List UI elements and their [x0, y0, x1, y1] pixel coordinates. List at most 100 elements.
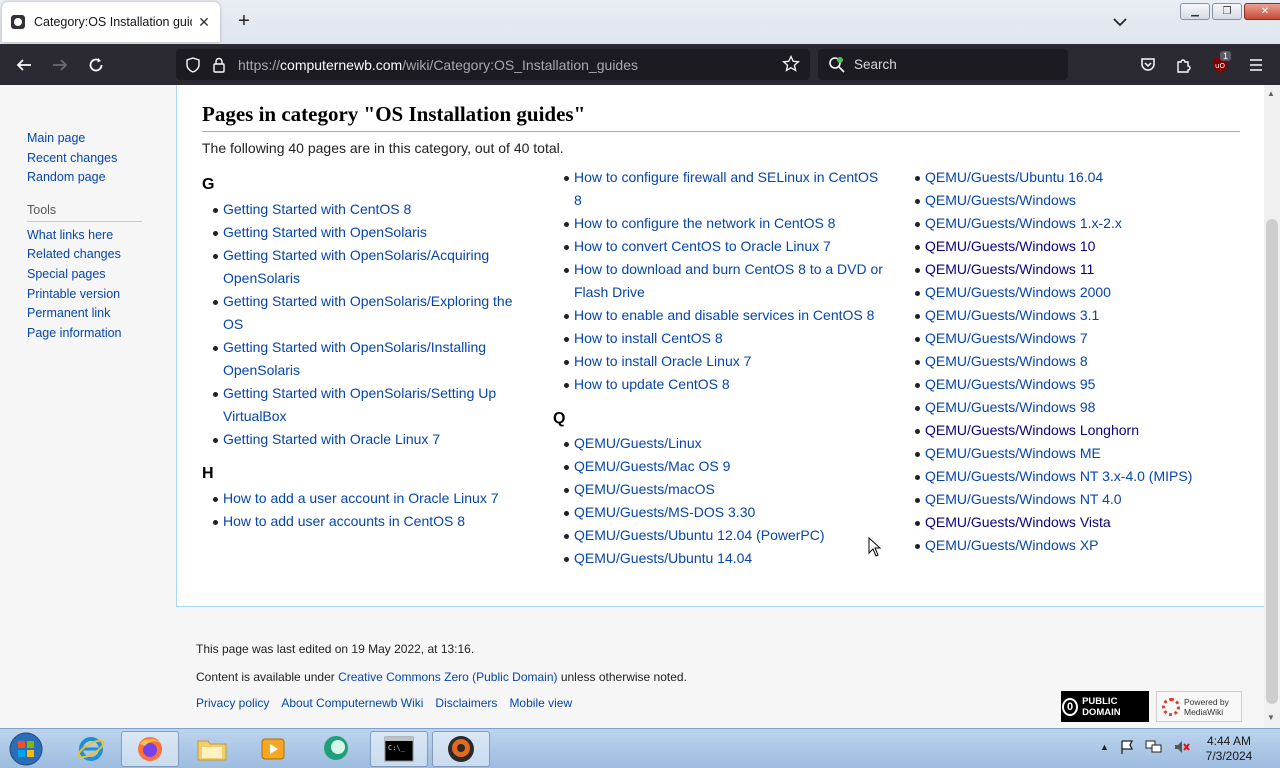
category-link-qemu-guests-ubuntu-14-04[interactable]: QEMU/Guests/Ubuntu 14.04: [574, 550, 752, 566]
category-link-how-to-add-user-accounts-in-centos-8[interactable]: How to add user accounts in CentOS 8: [223, 513, 465, 529]
tab-active[interactable]: Category:OS Installation guides ✕: [2, 2, 220, 42]
category-link-how-to-add-a-user-account-in-oracle-linux-7[interactable]: How to add a user account in Oracle Linu…: [223, 490, 499, 506]
category-link-getting-started-with-opensolaris-acquiring-opensolaris[interactable]: Getting Started with OpenSolaris/Acquiri…: [223, 247, 489, 286]
category-link-qemu-guests-windows-2000[interactable]: QEMU/Guests/Windows 2000: [925, 284, 1111, 300]
category-link-qemu-guests-windows-xp[interactable]: QEMU/Guests/Windows XP: [925, 537, 1099, 553]
category-link-getting-started-with-opensolaris-exploring-the-os[interactable]: Getting Started with OpenSolaris/Explori…: [223, 293, 513, 332]
category-link-qemu-guests-windows-98[interactable]: QEMU/Guests/Windows 98: [925, 399, 1095, 415]
sidebar: Main page Recent changes Random page Too…: [27, 129, 142, 343]
new-tab-button[interactable]: +: [233, 11, 255, 33]
category-link-getting-started-with-centos-8[interactable]: Getting Started with CentOS 8: [223, 201, 411, 217]
category-link-qemu-guests-windows-vista[interactable]: QEMU/Guests/Windows Vista: [925, 514, 1111, 530]
taskbar-media-player[interactable]: [244, 731, 302, 767]
action-center-flag-icon[interactable]: [1119, 739, 1135, 755]
category-link-getting-started-with-oracle-linux-7[interactable]: Getting Started with Oracle Linux 7: [223, 431, 440, 447]
pocket-button[interactable]: [1137, 54, 1159, 76]
sidebar-link-printable-version[interactable]: Printable version: [27, 285, 142, 305]
restore-button[interactable]: ❐: [1212, 3, 1242, 20]
extensions-button[interactable]: [1173, 54, 1195, 76]
category-link-qemu-guests-windows-nt-4-0[interactable]: QEMU/Guests/Windows NT 4.0: [925, 491, 1122, 507]
back-button[interactable]: [13, 54, 35, 76]
category-intro: The following 40 pages are in this categ…: [202, 140, 564, 156]
category-link-qemu-guests-windows-8[interactable]: QEMU/Guests/Windows 8: [925, 353, 1088, 369]
category-link-qemu-guests-ubuntu-12-04-powerpc[interactable]: QEMU/Guests/Ubuntu 12.04 (PowerPC): [574, 527, 825, 543]
forward-button[interactable]: [49, 54, 71, 76]
tracking-shield-icon[interactable]: [184, 56, 202, 74]
taskbar-command-prompt[interactable]: C:\_: [370, 731, 428, 767]
category-link-qemu-guests-mac-os-9[interactable]: QEMU/Guests/Mac OS 9: [574, 458, 730, 474]
taskbar-firefox[interactable]: [121, 731, 179, 767]
category-link-how-to-download-and-burn-centos-8-to-a-dvd-or-flash-drive[interactable]: How to download and burn CentOS 8 to a D…: [574, 261, 883, 300]
vertical-scrollbar[interactable]: ▲ ▼: [1264, 85, 1280, 728]
taskbar-file-explorer[interactable]: [183, 731, 241, 767]
category-link-qemu-guests-windows-longhorn[interactable]: QEMU/Guests/Windows Longhorn: [925, 422, 1139, 438]
sidebar-link-page-information[interactable]: Page information: [27, 324, 142, 344]
tray-overflow-arrow-icon[interactable]: ▲: [1100, 742, 1109, 752]
category-link-how-to-update-centos-8[interactable]: How to update CentOS 8: [574, 376, 730, 392]
sidebar-link-random-page[interactable]: Random page: [27, 168, 142, 188]
category-list: Getting Started with CentOS 8 Getting Sta…: [202, 198, 532, 451]
footer-link-about[interactable]: About Computernewb Wiki: [281, 696, 423, 710]
minimize-button[interactable]: ▁: [1180, 3, 1210, 20]
scroll-down-arrow-icon[interactable]: ▼: [1267, 713, 1275, 722]
footer-link-mobile-view[interactable]: Mobile view: [509, 696, 572, 710]
category-link-qemu-guests-ubuntu-16-04[interactable]: QEMU/Guests/Ubuntu 16.04: [925, 169, 1103, 185]
license-link[interactable]: Creative Commons Zero (Public Domain): [338, 670, 557, 684]
category-link-how-to-configure-firewall-and-selinux-in-centos-8[interactable]: How to configure firewall and SELinux in…: [574, 169, 878, 208]
volume-muted-icon[interactable]: [1173, 739, 1191, 755]
category-link-qemu-guests-windows-95[interactable]: QEMU/Guests/Windows 95: [925, 376, 1095, 392]
category-link-how-to-install-oracle-linux-7[interactable]: How to install Oracle Linux 7: [574, 353, 751, 369]
url-bar[interactable]: https://computernewb.com/wiki/Category:O…: [176, 49, 810, 80]
main-content: Pages in category "OS Installation guide…: [176, 85, 1264, 607]
footer-link-disclaimers[interactable]: Disclaimers: [435, 696, 497, 710]
category-link-qemu-guests-windows-nt-3-x-4-0-mips[interactable]: QEMU/Guests/Windows NT 3.x-4.0 (MIPS): [925, 468, 1192, 484]
category-link-getting-started-with-opensolaris-installing-opensolaris[interactable]: Getting Started with OpenSolaris/Install…: [223, 339, 486, 378]
taskbar-app-orange[interactable]: [432, 731, 490, 767]
category-link-how-to-configure-the-network-in-centos-8[interactable]: How to configure the network in CentOS 8: [574, 215, 835, 231]
category-link-getting-started-with-opensolaris-setting-up-virtualbox[interactable]: Getting Started with OpenSolaris/Setting…: [223, 385, 496, 424]
app-menu-button[interactable]: [1245, 54, 1267, 76]
close-window-button[interactable]: ✕: [1244, 3, 1280, 20]
category-link-how-to-convert-centos-to-oracle-linux-7[interactable]: How to convert CentOS to Oracle Linux 7: [574, 238, 831, 254]
category-link-how-to-install-centos-8[interactable]: How to install CentOS 8: [574, 330, 723, 346]
sidebar-link-what-links-here[interactable]: What links here: [27, 226, 142, 246]
category-link-qemu-guests-windows-me[interactable]: QEMU/Guests/Windows ME: [925, 445, 1101, 461]
category-link-qemu-guests-windows-11[interactable]: QEMU/Guests/Windows 11: [925, 261, 1094, 277]
public-domain-badge[interactable]: 0 PUBLIC DOMAIN: [1061, 691, 1149, 722]
scroll-up-arrow-icon[interactable]: ▲: [1267, 89, 1275, 98]
network-icon[interactable]: [1145, 739, 1163, 755]
tab-close-icon[interactable]: ✕: [196, 14, 212, 31]
taskbar-chat-app[interactable]: [307, 731, 365, 767]
category-link-qemu-guests-linux[interactable]: QEMU/Guests/Linux: [574, 435, 702, 451]
category-link-getting-started-with-opensolaris[interactable]: Getting Started with OpenSolaris: [223, 224, 427, 240]
ublock-button[interactable]: uO 1: [1209, 51, 1232, 76]
system-clock[interactable]: 4:44 AM 7/3/2024: [1200, 734, 1258, 764]
lock-icon[interactable]: [210, 56, 228, 74]
reload-button[interactable]: [85, 54, 107, 76]
footer-link-privacy-policy[interactable]: Privacy policy: [196, 696, 269, 710]
start-button[interactable]: [6, 730, 46, 768]
scrollbar-thumb[interactable]: [1266, 219, 1278, 704]
search-bar[interactable]: Search: [818, 49, 1068, 80]
category-link-qemu-guests-windows-10[interactable]: QEMU/Guests/Windows 10: [925, 238, 1095, 254]
powered-by-mediawiki-badge[interactable]: Powered by MediaWiki: [1156, 691, 1242, 722]
category-link-qemu-guests-macos[interactable]: QEMU/Guests/macOS: [574, 481, 715, 497]
sidebar-link-main-page[interactable]: Main page: [27, 129, 142, 149]
tab-list-chevron-icon[interactable]: [1110, 14, 1130, 30]
category-link-qemu-guests-windows[interactable]: QEMU/Guests/Windows: [925, 192, 1076, 208]
sidebar-link-special-pages[interactable]: Special pages: [27, 265, 142, 285]
taskbar-internet-explorer[interactable]: [62, 731, 120, 767]
sidebar-link-related-changes[interactable]: Related changes: [27, 245, 142, 265]
firefox-icon: [138, 737, 162, 761]
bookmark-star-icon[interactable]: [782, 54, 800, 78]
svg-text:uO: uO: [1215, 62, 1225, 70]
sidebar-link-recent-changes[interactable]: Recent changes: [27, 149, 142, 169]
sidebar-link-permanent-link[interactable]: Permanent link: [27, 304, 142, 324]
category-list-item: How to install Oracle Linux 7: [553, 350, 883, 373]
category-link-qemu-guests-windows-3-1[interactable]: QEMU/Guests/Windows 3.1: [925, 307, 1099, 323]
category-link-how-to-enable-and-disable-services-in-centos-8[interactable]: How to enable and disable services in Ce…: [574, 307, 874, 323]
category-column-2: How to configure firewall and SELinux in…: [553, 166, 883, 570]
category-link-qemu-guests-ms-dos-3-30[interactable]: QEMU/Guests/MS-DOS 3.30: [574, 504, 755, 520]
category-link-qemu-guests-windows-7[interactable]: QEMU/Guests/Windows 7: [925, 330, 1088, 346]
category-link-qemu-guests-windows-1-x-2-x[interactable]: QEMU/Guests/Windows 1.x-2.x: [925, 215, 1122, 231]
